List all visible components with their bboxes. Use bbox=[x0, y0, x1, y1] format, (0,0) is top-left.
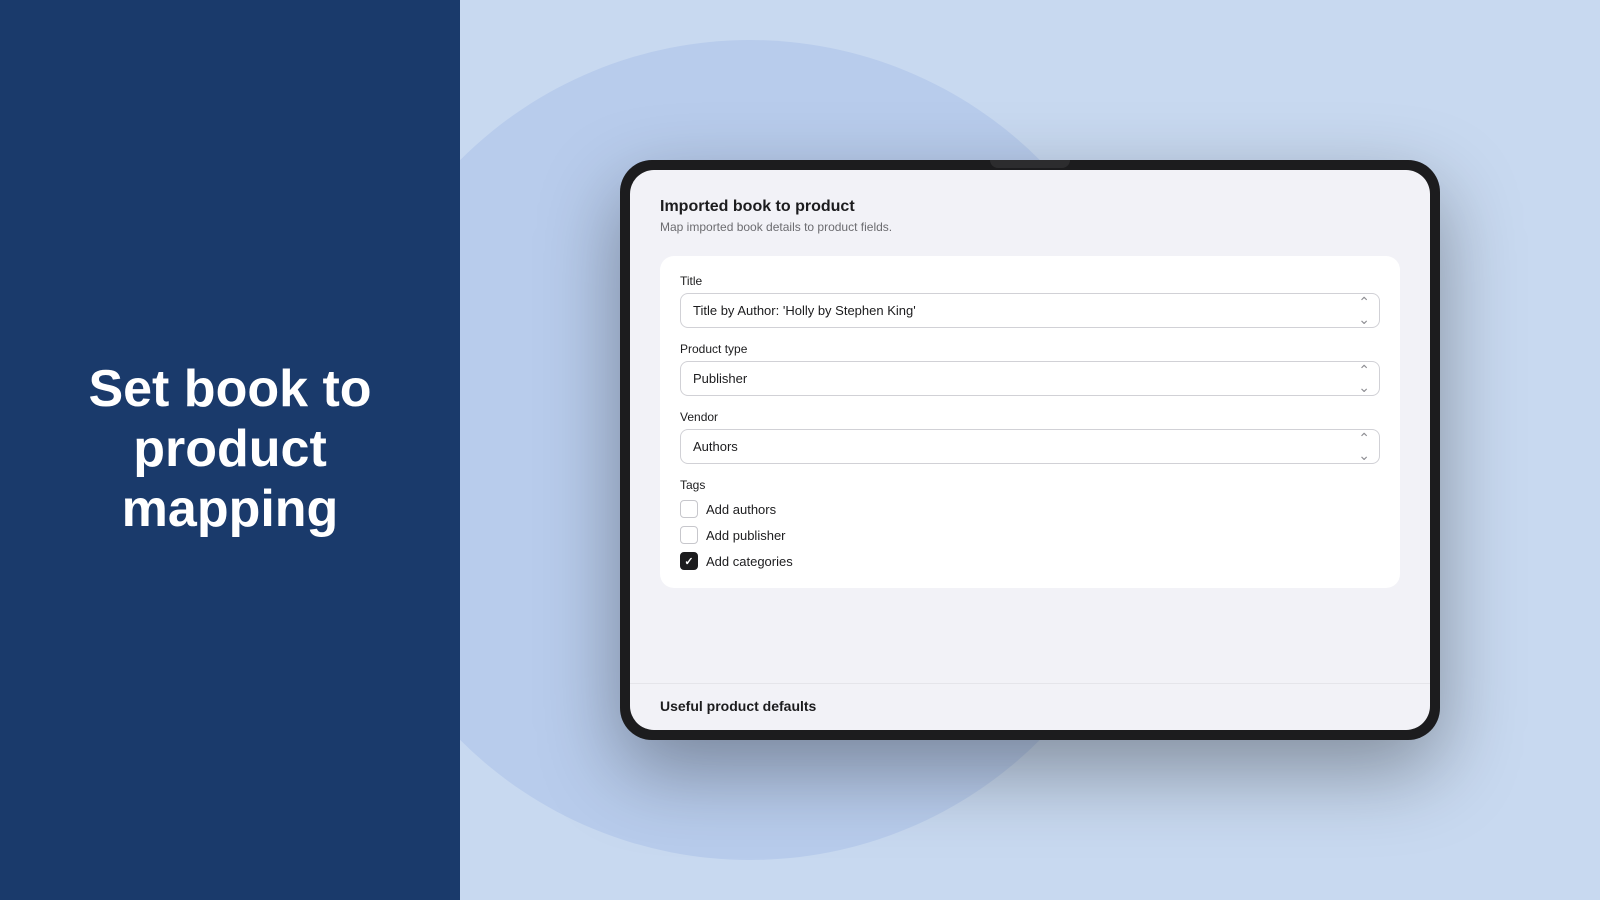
left-panel: Set book to product mapping bbox=[0, 0, 460, 900]
title-field-group: Title Title by Author: 'Holly by Stephen… bbox=[680, 274, 1380, 328]
product-type-select[interactable]: Publisher bbox=[680, 361, 1380, 396]
tags-section: Tags Add authors Add publisher bbox=[680, 478, 1380, 570]
product-type-select-wrapper: Publisher ⌃⌄ bbox=[680, 361, 1380, 396]
add-authors-label: Add authors bbox=[706, 502, 776, 517]
hero-title: Set book to product mapping bbox=[40, 360, 420, 539]
tags-label: Tags bbox=[680, 478, 1380, 492]
title-select[interactable]: Title by Author: 'Holly by Stephen King' bbox=[680, 293, 1380, 328]
title-select-wrapper: Title by Author: 'Holly by Stephen King'… bbox=[680, 293, 1380, 328]
add-authors-checkbox[interactable] bbox=[680, 500, 698, 518]
form-card: Title Title by Author: 'Holly by Stephen… bbox=[660, 256, 1400, 588]
form-subtitle: Map imported book details to product fie… bbox=[660, 220, 1400, 234]
bottom-title: Useful product defaults bbox=[660, 698, 1400, 714]
form-title: Imported book to product bbox=[660, 198, 1400, 216]
add-publisher-label: Add publisher bbox=[706, 528, 786, 543]
right-panel: Imported book to product Map imported bo… bbox=[460, 0, 1600, 900]
vendor-select-wrapper: Authors ⌃⌄ bbox=[680, 429, 1380, 464]
add-categories-label: Add categories bbox=[706, 554, 793, 569]
add-authors-item: Add authors bbox=[680, 500, 1380, 518]
product-type-label: Product type bbox=[680, 342, 1380, 356]
title-label: Title bbox=[680, 274, 1380, 288]
add-categories-checkbox[interactable] bbox=[680, 552, 698, 570]
bottom-section: Useful product defaults bbox=[630, 683, 1430, 730]
vendor-select[interactable]: Authors bbox=[680, 429, 1380, 464]
add-categories-item: Add categories bbox=[680, 552, 1380, 570]
form-area: Imported book to product Map imported bo… bbox=[630, 170, 1430, 683]
product-type-field-group: Product type Publisher ⌃⌄ bbox=[680, 342, 1380, 396]
add-publisher-item: Add publisher bbox=[680, 526, 1380, 544]
tablet-screen: Imported book to product Map imported bo… bbox=[630, 170, 1430, 730]
vendor-label: Vendor bbox=[680, 410, 1380, 424]
tablet-notch bbox=[990, 160, 1070, 168]
add-publisher-checkbox[interactable] bbox=[680, 526, 698, 544]
tablet-device: Imported book to product Map imported bo… bbox=[620, 160, 1440, 740]
vendor-field-group: Vendor Authors ⌃⌄ bbox=[680, 410, 1380, 464]
